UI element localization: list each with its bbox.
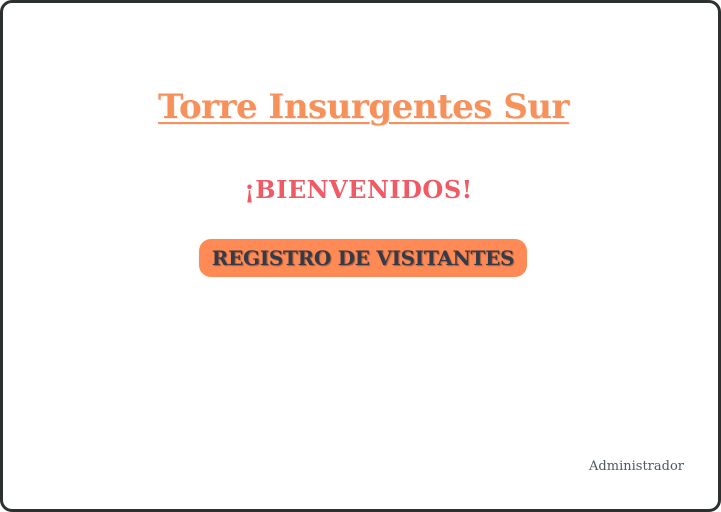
admin-link[interactable]: Administrador bbox=[589, 459, 684, 474]
welcome-heading: ¡BIENVENIDOS! bbox=[244, 175, 473, 204]
app-frame: Torre Insurgentes Sur ¡BIENVENIDOS! REGI… bbox=[0, 0, 721, 512]
visitor-registration-button[interactable]: REGISTRO DE VISITANTES bbox=[199, 239, 527, 277]
page-title: Torre Insurgentes Sur bbox=[158, 87, 569, 127]
